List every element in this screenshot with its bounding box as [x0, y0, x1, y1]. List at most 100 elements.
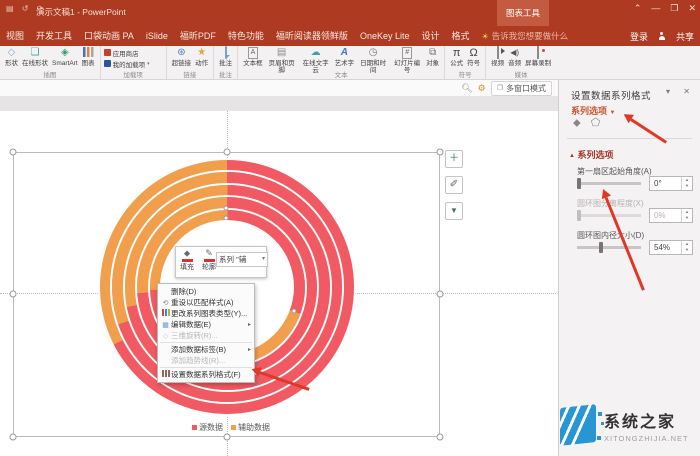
- restore-icon[interactable]: ❐: [670, 3, 678, 14]
- effects-tab-icon[interactable]: ⬠: [591, 116, 601, 130]
- menu-item-delete[interactable]: 删除(D): [158, 286, 254, 297]
- wordart-button[interactable]: A艺术字: [333, 47, 357, 67]
- speaker-icon: ◀): [510, 47, 519, 59]
- tab-special-features[interactable]: 特色功能: [222, 26, 270, 46]
- online-shapes-button[interactable]: ❏在线形状: [20, 47, 50, 67]
- minimize-icon[interactable]: —: [651, 3, 660, 14]
- equation-button[interactable]: π公式: [448, 47, 465, 67]
- gear-icon[interactable]: ⚙: [478, 83, 486, 94]
- ribbon-group-illustrations: ◇形状 ❏在线形状 ◈SmartArt 图表 插图: [0, 46, 101, 80]
- angle-slider[interactable]: [577, 182, 641, 185]
- menu-item-add-trendline[interactable]: 添加趋势线(R)...: [158, 355, 254, 366]
- object-button[interactable]: ⧉对象: [424, 47, 441, 67]
- explosion-slider: [577, 214, 641, 217]
- tell-me-search[interactable]: ☀ 告诉我您想要做什么: [482, 30, 569, 42]
- sign-in-button[interactable]: 登录: [630, 30, 648, 43]
- resize-handle-middle-left[interactable]: [10, 291, 17, 298]
- video-button[interactable]: 视频: [489, 47, 506, 67]
- fill-line-tab-icon[interactable]: ⬥: [573, 116, 581, 130]
- resize-handle-bottom-center[interactable]: [224, 434, 231, 441]
- close-icon[interactable]: ✕: [688, 3, 696, 14]
- pi-icon: π: [453, 47, 461, 59]
- screen-recording-icon: [537, 47, 539, 59]
- chart-styles-button[interactable]: ✐: [445, 176, 463, 194]
- resize-handle-bottom-left[interactable]: [10, 434, 17, 441]
- store-button[interactable]: 应用商店: [104, 47, 163, 58]
- smartart-icon: ◈: [61, 47, 69, 59]
- comment-button[interactable]: 批注: [217, 47, 234, 67]
- field-doughnut-explosion: 圆环图分离程度(X) 0%▲▼: [577, 198, 693, 209]
- chart-filters-button[interactable]: ▼: [445, 202, 463, 220]
- chevron-down-icon: ▾: [262, 253, 265, 266]
- spinner-arrows-icon[interactable]: ▲▼: [681, 177, 692, 190]
- ribbon-display-options-icon[interactable]: ⌃: [634, 3, 642, 14]
- watermark-site: XITONGZHIJIA.NET: [604, 434, 689, 443]
- fill-button[interactable]: ⬥ 填充: [180, 249, 194, 277]
- hole-size-spinbox[interactable]: 54%▲▼: [649, 240, 693, 255]
- resize-handle-top-center[interactable]: [224, 149, 231, 156]
- menu-item-change-chart-type[interactable]: 更改系列图表类型(Y)...: [158, 308, 254, 319]
- selected-segment-handle[interactable]: [292, 309, 297, 314]
- tab-onekey-lite[interactable]: OneKey Lite: [354, 26, 416, 46]
- tab-foxit-reader[interactable]: 福昕阅读器领鲜版: [270, 26, 354, 46]
- hole-size-slider[interactable]: [577, 246, 641, 249]
- menu-item-format-data-series[interactable]: 设置数据系列格式(F): [158, 369, 254, 380]
- tab-chart-design[interactable]: 设计: [415, 26, 445, 46]
- tab-chart-format[interactable]: 格式: [445, 26, 475, 46]
- plus-icon: ＋: [449, 153, 459, 164]
- ribbon-group-links: ⊛超链接 ★动作 链接: [167, 46, 215, 80]
- field-doughnut-hole-size: 圆环图内径大小(D) 54%▲▼: [577, 230, 693, 241]
- panel-title: 设置数据系列格式: [571, 88, 651, 102]
- menu-item-reset-style[interactable]: ⟲重设以匹配样式(A): [158, 297, 254, 308]
- hyperlink-button[interactable]: ⊛超链接: [170, 47, 194, 67]
- action-star-icon: ★: [197, 47, 206, 59]
- resize-handle-top-right[interactable]: [437, 149, 444, 156]
- series-selector-dropdown[interactable]: 系列 "辅▾: [216, 252, 268, 267]
- tab-foxit-pdf[interactable]: 福昕PDF: [174, 26, 222, 46]
- menu-item-edit-data[interactable]: ▦编辑数据(E)▸: [158, 319, 254, 330]
- site-watermark: 系统之家 XITONGZHIJIA.NET: [556, 394, 700, 456]
- tab-view[interactable]: 视图: [0, 26, 30, 46]
- tab-pocket-animation[interactable]: 口袋动画 PA: [78, 26, 140, 46]
- tab-developer[interactable]: 开发工具: [30, 26, 78, 46]
- chart-button[interactable]: 图表: [80, 47, 97, 67]
- resize-handle-top-left[interactable]: [10, 149, 17, 156]
- user-icon: [658, 32, 666, 40]
- textbox-button[interactable]: A文本框: [241, 47, 265, 67]
- slider-handle[interactable]: [577, 178, 581, 189]
- series-point-handle[interactable]: [224, 206, 229, 211]
- shapes-button[interactable]: ◇形状: [3, 47, 20, 67]
- magnifier-icon[interactable]: 🔍︎: [461, 83, 472, 94]
- video-icon: [497, 47, 499, 59]
- series-point-handle[interactable]: [224, 216, 229, 221]
- action-button[interactable]: ★动作: [193, 47, 210, 67]
- submenu-arrow-icon: ▸: [248, 321, 251, 328]
- tab-islide[interactable]: iSlide: [140, 26, 174, 46]
- resize-handle-bottom-right[interactable]: [437, 434, 444, 441]
- funnel-icon: ▼: [450, 206, 458, 215]
- paint-bucket-icon: ⬥: [184, 249, 190, 258]
- share-button[interactable]: 共享: [676, 30, 694, 43]
- multi-window-mode-button[interactable]: ❐ 多窗口模式: [491, 81, 552, 96]
- spinner-arrows-icon[interactable]: ▲▼: [681, 241, 692, 254]
- menu-separator: [160, 367, 252, 368]
- my-addins-button[interactable]: 我的加载项 ▾: [104, 58, 163, 69]
- menu-item-3d-rotation[interactable]: ◇三维旋转(R)...: [158, 330, 254, 341]
- slider-handle[interactable]: [599, 242, 603, 253]
- ribbon-group-text: A文本框 ▤页眉和页脚 ☁在线文字云 A艺术字 ◷日期和时间 #幻灯片编号 ⧉对…: [238, 46, 445, 80]
- powerpoint-window: ▤ ↺ ⟳ 演示文稿1 - PowerPoint 图表工具 ⌃ — ❐ ✕ 视图…: [0, 0, 700, 456]
- screen-recording-button[interactable]: 屏幕录制: [523, 47, 553, 67]
- series-options-section-header[interactable]: ▲ 系列选项: [569, 148, 613, 161]
- audio-button[interactable]: ◀)音频: [506, 47, 523, 67]
- chart-elements-button[interactable]: ＋: [445, 150, 463, 168]
- outline-button[interactable]: ✎ 轮廓: [202, 249, 216, 277]
- symbol-button[interactable]: Ω符号: [465, 47, 482, 67]
- panel-options-chevron-icon[interactable]: ▾: [666, 87, 670, 96]
- menu-item-add-data-labels[interactable]: 添加数据标签(B)▸: [158, 344, 254, 355]
- window-title: 演示文稿1 - PowerPoint: [36, 6, 126, 18]
- panel-close-icon[interactable]: ✕: [683, 87, 690, 96]
- store-icon: [104, 49, 111, 56]
- resize-handle-middle-right[interactable]: [437, 291, 444, 298]
- angle-spinbox[interactable]: 0°▲▼: [649, 176, 693, 191]
- smartart-button[interactable]: ◈SmartArt: [50, 47, 80, 67]
